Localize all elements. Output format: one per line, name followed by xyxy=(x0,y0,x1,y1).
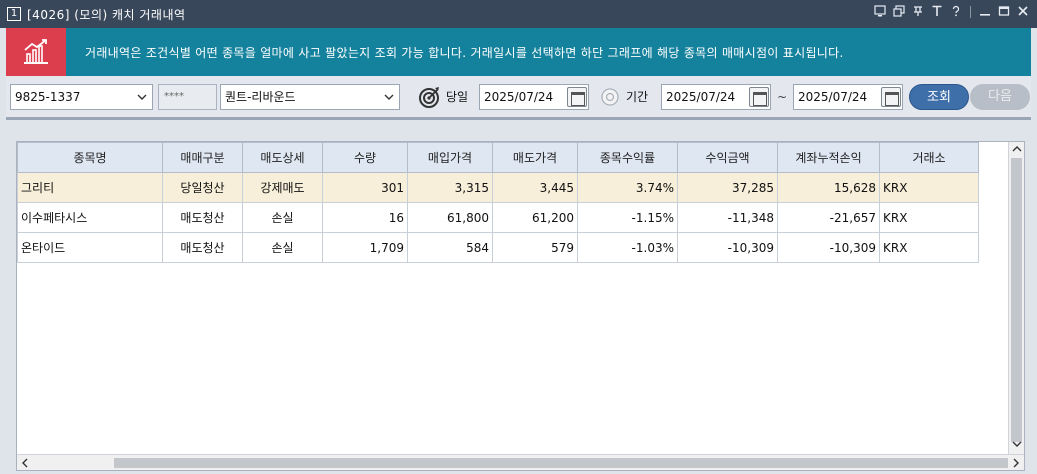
scroll-right-icon[interactable] xyxy=(1011,458,1021,471)
next-button[interactable]: 다음 xyxy=(970,84,1030,110)
col-header[interactable]: 매도가격 xyxy=(492,142,578,173)
period-label: 기간 xyxy=(626,90,649,104)
chevron-down-icon[interactable] xyxy=(383,85,395,117)
cell-return-rate: 3.74% xyxy=(577,172,678,203)
banner-description: 거래내역은 조건식별 어떤 종목을 얼마에 사고 팔았는지 조회 가능 합니다.… xyxy=(85,45,844,60)
cell-exchange: KRX xyxy=(879,172,979,203)
search-button[interactable]: 조회 xyxy=(909,84,969,110)
cell-quantity: 301 xyxy=(322,172,408,203)
col-header[interactable]: 계좌누적손익 xyxy=(777,142,880,173)
table-row[interactable]: 온타이드 매도청산 손실 1,709 584 579 -1.03% -10,30… xyxy=(17,232,979,263)
cell-trade-type: 매도청산 xyxy=(162,232,243,263)
cell-trade-type: 매도청산 xyxy=(162,202,243,233)
cell-buy-price: 584 xyxy=(407,232,493,263)
table-header-row: 종목명 매매구분 매도상세 수량 매입가격 매도가격 종목수익률 수익금액 계좌… xyxy=(17,142,979,173)
cell-stock-name: 그리티 xyxy=(17,172,163,203)
table-row[interactable]: 그리티 당일청산 강제매도 301 3,315 3,445 3.74% 37,2… xyxy=(17,172,979,203)
col-header[interactable]: 매도상세 xyxy=(242,142,323,173)
col-header[interactable]: 수량 xyxy=(322,142,408,173)
vertical-scroll-thumb[interactable] xyxy=(1011,158,1022,442)
cell-cumulative-pnl: -10,309 xyxy=(777,232,880,263)
cell-return-rate: -1.03% xyxy=(577,232,678,263)
period-end-value: 2025/07/24 xyxy=(798,90,868,104)
scroll-up-icon[interactable] xyxy=(1012,144,1022,157)
close-icon[interactable] xyxy=(1017,5,1029,19)
cell-stock-name: 이수페타시스 xyxy=(17,202,163,233)
cell-buy-price: 61,800 xyxy=(407,202,493,233)
window-controls xyxy=(874,5,1029,19)
today-date-field[interactable]: 2025/07/24 xyxy=(479,84,589,110)
cell-sell-detail: 손실 xyxy=(242,202,323,233)
search-toolbar: 9825-1337 **** 퀀트-리바운드 당일 2025/07/24 기간 … xyxy=(6,76,1031,120)
bar-chart-icon xyxy=(6,28,66,76)
cell-buy-price: 3,315 xyxy=(407,172,493,203)
horizontal-scroll-thumb[interactable] xyxy=(114,458,1008,468)
account-select[interactable]: 9825-1337 xyxy=(10,84,153,110)
col-header[interactable]: 수익금액 xyxy=(677,142,778,173)
scroll-left-icon[interactable] xyxy=(20,458,30,471)
cell-profit: 37,285 xyxy=(677,172,778,203)
account-value: 9825-1337 xyxy=(15,90,81,104)
cell-quantity: 1,709 xyxy=(322,232,408,263)
vertical-scrollbar[interactable] xyxy=(1008,142,1024,454)
cell-sell-price: 579 xyxy=(492,232,578,263)
minimize-icon[interactable] xyxy=(979,5,991,19)
help-icon[interactable] xyxy=(950,5,962,19)
cell-exchange: KRX xyxy=(879,202,979,233)
today-date-value: 2025/07/24 xyxy=(484,90,554,104)
cell-sell-detail: 손실 xyxy=(242,232,323,263)
cell-sell-price: 61,200 xyxy=(492,202,578,233)
copy-window-icon[interactable] xyxy=(893,5,905,19)
password-field[interactable]: **** xyxy=(158,84,217,110)
strategy-select[interactable]: 퀀트-리바운드 xyxy=(220,84,400,110)
font-icon[interactable] xyxy=(931,5,943,19)
col-header[interactable]: 거래소 xyxy=(879,142,979,173)
pin-icon[interactable] xyxy=(912,5,924,19)
col-header[interactable]: 매입가격 xyxy=(407,142,493,173)
cell-cumulative-pnl: -21,657 xyxy=(777,202,880,233)
cell-trade-type: 당일청산 xyxy=(162,172,243,203)
window-title: [4026] (모의) 캐치 거래내역 xyxy=(27,7,186,22)
info-banner: 거래내역은 조건식별 어떤 종목을 얼마에 사고 팔았는지 조회 가능 합니다.… xyxy=(6,28,1031,76)
cell-cumulative-pnl: 15,628 xyxy=(777,172,880,203)
cell-quantity: 16 xyxy=(322,202,408,233)
window-titlebar: 1 [4026] (모의) 캐치 거래내역 xyxy=(0,0,1037,28)
calendar-icon[interactable] xyxy=(567,87,587,107)
col-header[interactable]: 종목명 xyxy=(17,142,163,173)
scroll-down-icon[interactable] xyxy=(1012,439,1022,452)
window-number-badge: 1 xyxy=(7,7,21,21)
cell-exchange: KRX xyxy=(879,232,979,263)
period-radio-icon[interactable] xyxy=(600,84,620,110)
cell-profit: -10,309 xyxy=(677,232,778,263)
period-start-value: 2025/07/24 xyxy=(666,90,736,104)
col-header[interactable]: 매매구분 xyxy=(162,142,243,173)
col-header[interactable]: 종목수익률 xyxy=(577,142,678,173)
cell-profit: -11,348 xyxy=(677,202,778,233)
today-label: 당일 xyxy=(446,90,469,104)
calendar-icon[interactable] xyxy=(749,87,769,107)
period-end-field[interactable]: 2025/07/24 xyxy=(793,84,903,110)
strategy-value: 퀀트-리바운드 xyxy=(225,90,296,104)
controls-divider xyxy=(970,6,971,18)
cell-sell-detail: 강제매도 xyxy=(242,172,323,203)
target-icon[interactable] xyxy=(418,84,442,110)
chevron-down-icon[interactable] xyxy=(136,85,148,117)
period-start-field[interactable]: 2025/07/24 xyxy=(661,84,771,110)
screen-icon[interactable] xyxy=(874,5,886,19)
cell-sell-price: 3,445 xyxy=(492,172,578,203)
trade-table: 종목명 매매구분 매도상세 수량 매입가격 매도가격 종목수익률 수익금액 계좌… xyxy=(17,142,979,263)
calendar-icon[interactable] xyxy=(881,87,901,107)
cell-stock-name: 온타이드 xyxy=(17,232,163,263)
cell-return-rate: -1.15% xyxy=(577,202,678,233)
table-row[interactable]: 이수페타시스 매도청산 손실 16 61,800 61,200 -1.15% -… xyxy=(17,202,979,233)
maximize-icon[interactable] xyxy=(998,5,1010,19)
trade-history-grid: 종목명 매매구분 매도상세 수량 매입가격 매도가격 종목수익률 수익금액 계좌… xyxy=(16,141,1025,471)
period-separator: ~ xyxy=(777,90,788,104)
horizontal-scrollbar[interactable] xyxy=(17,454,1024,470)
